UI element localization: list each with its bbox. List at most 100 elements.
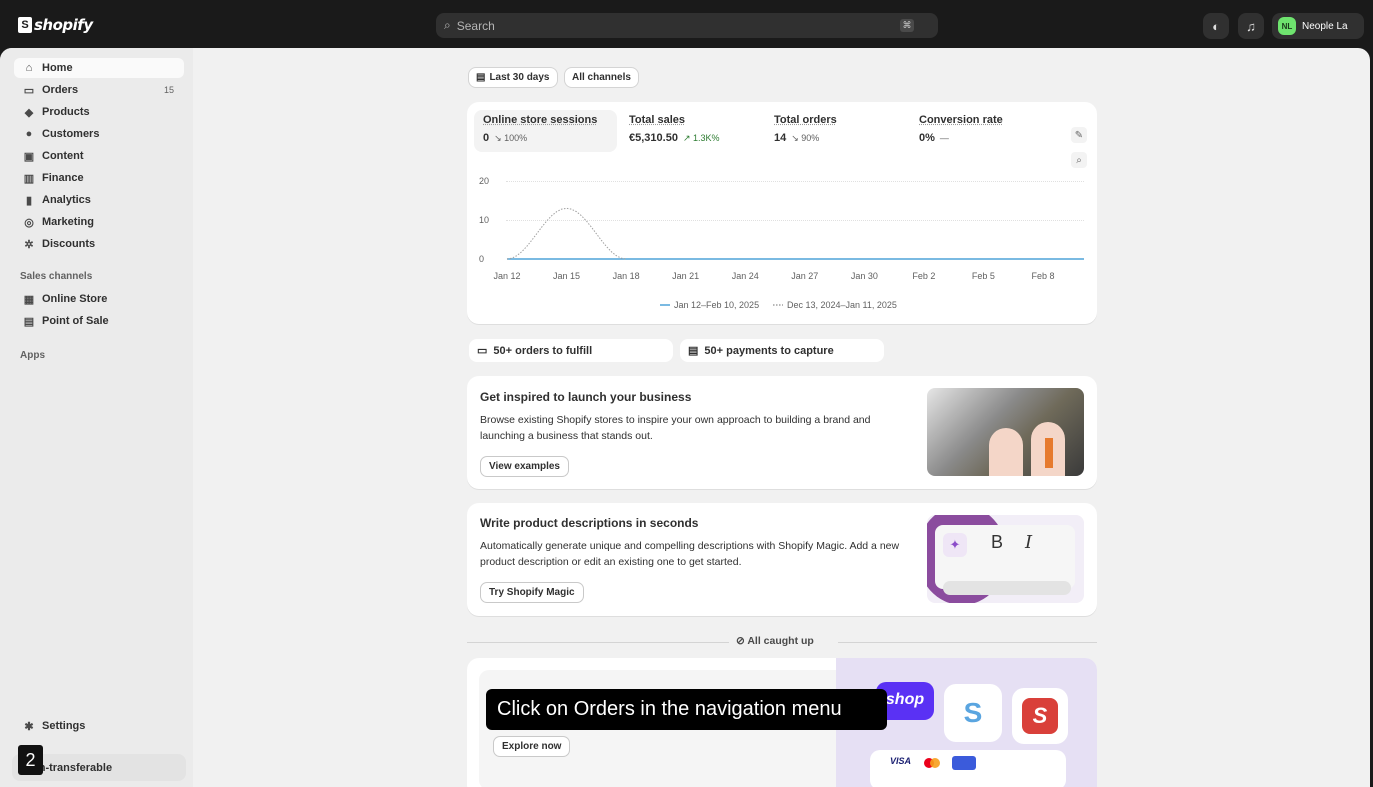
launch-inspiration-card: Get inspired to launch your business Bro…: [467, 376, 1097, 489]
sidebar-item-discounts[interactable]: ✲ Discounts: [14, 234, 184, 254]
sidebar-item-label: Home: [42, 62, 73, 74]
payment-method-icon: [952, 756, 976, 770]
channel-filter-button[interactable]: All channels: [564, 67, 639, 88]
sidebar-item-label: Analytics: [42, 194, 91, 206]
sparkle-icon: ✦: [943, 533, 967, 557]
sidebar-item-marketing[interactable]: ◎ Marketing: [14, 212, 184, 232]
y-tick-label: 10: [479, 215, 490, 225]
date-range-button[interactable]: ▤ Last 30 days: [468, 67, 558, 88]
chart-toggle-icon[interactable]: ⌕: [1071, 152, 1087, 168]
target-icon: ◎: [24, 216, 34, 229]
italic-icon: I: [1025, 532, 1033, 553]
payments-to-capture-button[interactable]: ▤ 50+ payments to capture: [680, 339, 884, 362]
store-menu-button[interactable]: NL Neople La: [1272, 13, 1364, 39]
metric-conversion-rate[interactable]: Conversion rate 0% —: [910, 110, 1053, 152]
sidekick-icon[interactable]: ◐: [1203, 13, 1229, 39]
x-tick-label: Feb 8: [1031, 271, 1055, 281]
sidebar-item-label: Marketing: [42, 216, 94, 228]
metric-label: Conversion rate: [919, 114, 1003, 126]
x-tick-label: Feb 5: [971, 271, 995, 281]
sidebar-item-orders[interactable]: ▭ Orders 15: [14, 80, 184, 100]
sidebar-item-label: Finance: [42, 172, 84, 184]
metric-delta: ↘ 100%: [494, 133, 528, 143]
sidebar-item-content[interactable]: ▣ Content: [14, 146, 184, 166]
sidebar-item-online-store[interactable]: ▦ Online Store: [14, 289, 184, 309]
pencil-icon[interactable]: ✎: [1071, 127, 1087, 143]
shopify-bag-icon: S: [944, 684, 1002, 742]
search-placeholder: Search: [456, 18, 495, 33]
pos-icon: ▤: [23, 315, 35, 328]
bank-icon: ▥: [23, 172, 35, 185]
divider: [467, 642, 729, 643]
metric-total-sales[interactable]: Total sales €5,310.50 ↗ 1.3K%: [620, 110, 763, 152]
metric-value: 0: [483, 132, 490, 144]
sidebar-item-home[interactable]: ⌂ Home: [14, 58, 184, 78]
card-body: Browse existing Shopify stores to inspir…: [480, 414, 871, 442]
legend-swatch: [773, 304, 783, 306]
x-tick-label: Jan 27: [791, 271, 819, 281]
metric-value: €5,310.50: [629, 132, 678, 144]
metric-label: Total sales: [629, 114, 686, 126]
metric-total-orders[interactable]: Total orders 14 ↘ 90%: [765, 110, 908, 152]
apps-heading[interactable]: Apps: [20, 350, 45, 361]
x-tick-label: Jan 12: [493, 271, 521, 281]
metric-delta: ↗ 1.3K%: [682, 133, 720, 143]
search-icon: ⌕: [444, 18, 451, 32]
legend-current-period[interactable]: Jan 12–Feb 10, 2025: [660, 300, 759, 310]
date-range-label: Last 30 days: [489, 72, 550, 83]
check-circle-icon: ⊘: [736, 635, 745, 647]
card-title: Write product descriptions in seconds: [480, 516, 699, 530]
store-icon: ▦: [23, 293, 35, 306]
sidebar-item-customers[interactable]: ● Customers: [14, 124, 184, 144]
legend-label: Jan 12–Feb 10, 2025: [674, 300, 760, 310]
sidebar-item-label: Orders: [42, 84, 79, 96]
avatar: NL: [1278, 17, 1296, 35]
orders-to-fulfill-label: 50+ orders to fulfill: [493, 344, 593, 357]
sales-channels-heading[interactable]: Sales channels: [20, 271, 92, 282]
metric-delta: ↘ 90%: [791, 133, 820, 143]
y-tick-label: 20: [479, 176, 490, 186]
brand-word: shopify: [34, 16, 93, 34]
search-input[interactable]: ⌕ Search ⌘: [436, 13, 938, 38]
bar-chart-icon: ▮: [25, 194, 33, 207]
sidebar-item-point-of-sale[interactable]: ▤ Point of Sale: [14, 311, 184, 331]
sidebar-item-label: Content: [42, 150, 84, 162]
x-tick-label: Jan 21: [672, 271, 700, 281]
payment-icon: ▤: [688, 345, 699, 357]
explore-now-button[interactable]: Explore now: [493, 736, 571, 757]
x-tick-label: Feb 2: [912, 271, 936, 281]
legend-label: Dec 13, 2024–Jan 11, 2025: [787, 300, 897, 310]
sidebar-item-analytics[interactable]: ▮ Analytics: [14, 190, 184, 210]
sidebar-item-label: Customers: [42, 128, 100, 140]
person-icon: ●: [25, 128, 33, 140]
legend-previous-period[interactable]: Dec 13, 2024–Jan 11, 2025: [773, 300, 897, 310]
inbox-icon: ▭: [23, 84, 35, 97]
payments-to-capture-label: 50+ payments to capture: [704, 344, 834, 357]
sidebar-item-label: Products: [42, 106, 90, 118]
shopify-logo[interactable]: S shopify: [18, 16, 93, 34]
channel-filter-label: All channels: [572, 72, 631, 83]
view-examples-button[interactable]: View examples: [480, 456, 569, 477]
sidebar-item-finance[interactable]: ▥ Finance: [14, 168, 184, 188]
tag-icon: ◆: [24, 106, 34, 119]
divider: [838, 642, 1097, 643]
sidebar-item-label: Discounts: [42, 238, 96, 250]
discount-icon: ✲: [24, 238, 34, 251]
orders-to-fulfill-button[interactable]: ▭ 50+ orders to fulfill: [469, 339, 673, 362]
x-tick-label: Jan 15: [553, 271, 581, 281]
metric-online-store-sessions[interactable]: Online store sessions 0 ↘ 100%: [474, 110, 617, 152]
magic-editor-illustration: ✦ B I: [927, 515, 1084, 603]
y-tick-label: 0: [479, 254, 485, 264]
metric-label: Online store sessions: [483, 114, 598, 126]
gridline: [506, 181, 1084, 182]
notifications-bell-icon[interactable]: ♫: [1238, 13, 1264, 39]
sidebar-item-products[interactable]: ◆ Products: [14, 102, 184, 122]
sneaker-store-illustration: [927, 388, 1084, 476]
inbox-icon: ▭: [477, 345, 488, 357]
top-bar: S shopify ⌕ Search ⌘ ◐ ♫ NL Neople La: [0, 0, 1373, 48]
x-tick-label: Jan 18: [612, 271, 640, 281]
sidebar-item-settings[interactable]: ✱ Settings: [14, 716, 184, 736]
metric-value: 0%: [919, 132, 935, 144]
try-shopify-magic-button[interactable]: Try Shopify Magic: [480, 582, 584, 603]
x-tick-label: Jan 30: [850, 271, 878, 281]
